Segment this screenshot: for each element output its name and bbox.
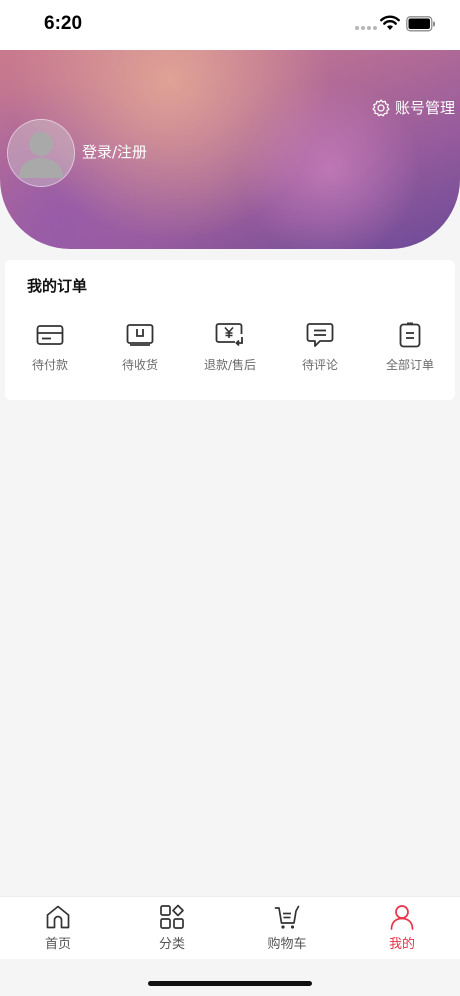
order-all-orders[interactable]: 全部订单 (365, 320, 455, 373)
avatar[interactable] (7, 119, 75, 187)
tab-category[interactable]: 分类 (132, 903, 212, 952)
signal-dots-icon (355, 26, 377, 30)
wifi-icon (380, 15, 400, 30)
home-indicator (148, 981, 312, 986)
user-icon (390, 905, 414, 930)
order-pending-payment[interactable]: 待付款 (5, 320, 95, 373)
tab-home[interactable]: 首页 (18, 903, 98, 952)
orders-title: 我的订单 (27, 277, 88, 295)
card-icon (36, 325, 64, 345)
status-bar: 6:20 (0, 0, 460, 50)
refund-icon (215, 323, 243, 347)
tab-label: 购物车 (267, 937, 307, 952)
order-pending-receipt[interactable]: 待收货 (95, 320, 185, 373)
my-orders-card: 我的订单 待付款 待收货 退款/售后 待评论 全部订单 (5, 260, 455, 400)
order-label: 待付款 (31, 358, 68, 372)
clipboard-icon (399, 322, 421, 348)
order-label: 待评论 (301, 358, 338, 372)
order-label: 退款/售后 (203, 358, 257, 372)
profile-header: 登录/注册 账号管理 (0, 50, 460, 249)
tab-label: 我的 (388, 937, 415, 952)
tab-cart[interactable]: 购物车 (247, 903, 327, 952)
account-manage-button[interactable]: 账号管理 (371, 97, 455, 118)
default-avatar-icon (8, 120, 74, 186)
bottom-tab-bar: 首页 分类 购物车 我的 (0, 896, 460, 959)
battery-icon (406, 16, 435, 32)
category-icon (160, 904, 184, 929)
order-label: 全部订单 (385, 358, 434, 372)
home-icon (46, 905, 70, 929)
order-refund-aftersale[interactable]: 退款/售后 (185, 320, 275, 373)
order-label: 待收货 (121, 358, 158, 372)
tab-mine[interactable]: 我的 (362, 903, 442, 952)
comment-icon (306, 323, 334, 347)
status-time: 6:20 (44, 13, 83, 34)
tab-label: 分类 (158, 937, 185, 952)
tab-label: 首页 (44, 937, 71, 952)
login-register-link[interactable]: 登录/注册 (82, 141, 147, 162)
cart-icon (274, 905, 300, 929)
gear-icon (372, 98, 390, 116)
account-manage-label: 账号管理 (394, 99, 455, 117)
order-pending-review[interactable]: 待评论 (275, 320, 365, 373)
delivery-box-icon (126, 324, 154, 346)
